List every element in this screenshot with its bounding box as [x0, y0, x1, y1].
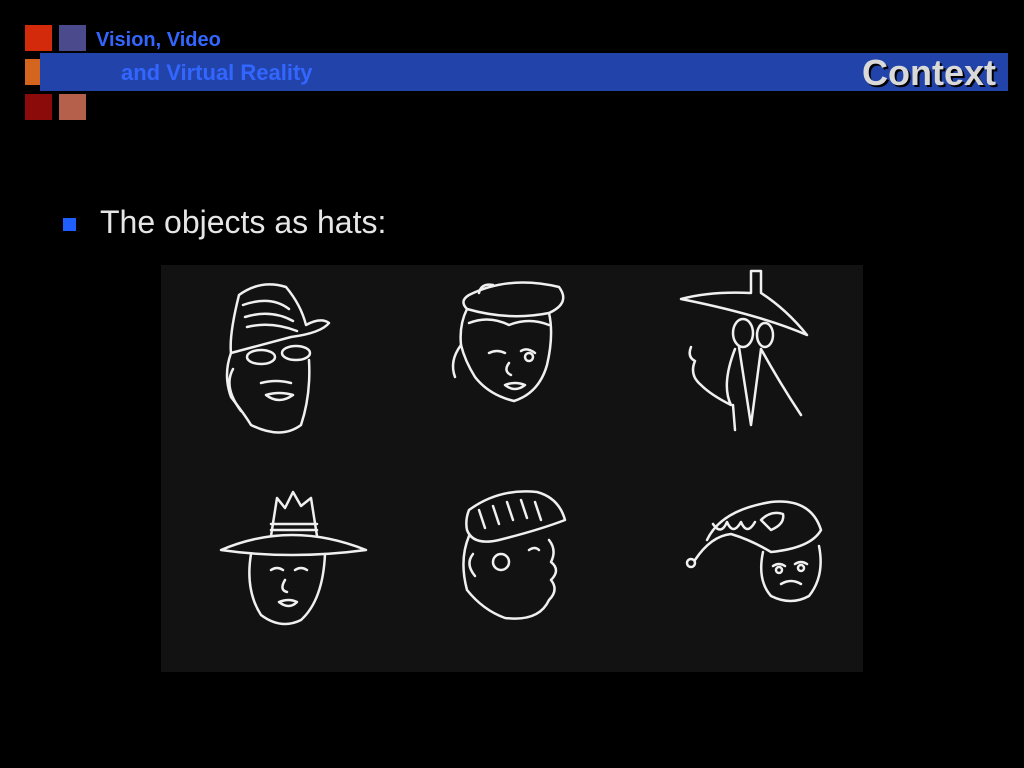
logo-square-1 — [25, 25, 52, 51]
knit-cap-profile-icon — [462, 490, 567, 620]
header-line1: Vision, Video — [96, 29, 221, 51]
logo-square-5 — [25, 94, 52, 120]
wide-brim-hat-icon — [219, 490, 368, 626]
beret-icon — [451, 281, 565, 403]
bullet-square-icon — [63, 218, 76, 231]
bullet-text: The objects as hats: — [100, 204, 387, 240]
logo-square-6 — [59, 94, 86, 120]
hat-drawings-figure — [161, 265, 863, 672]
fedora-with-sunglasses-icon — [225, 283, 331, 434]
header-line2: and Virtual Reality — [121, 60, 313, 85]
witch-hat-figure-icon — [679, 269, 809, 432]
slide-title: Context — [862, 52, 996, 93]
logo-square-2 — [59, 25, 86, 51]
nightcap-icon — [685, 500, 823, 603]
